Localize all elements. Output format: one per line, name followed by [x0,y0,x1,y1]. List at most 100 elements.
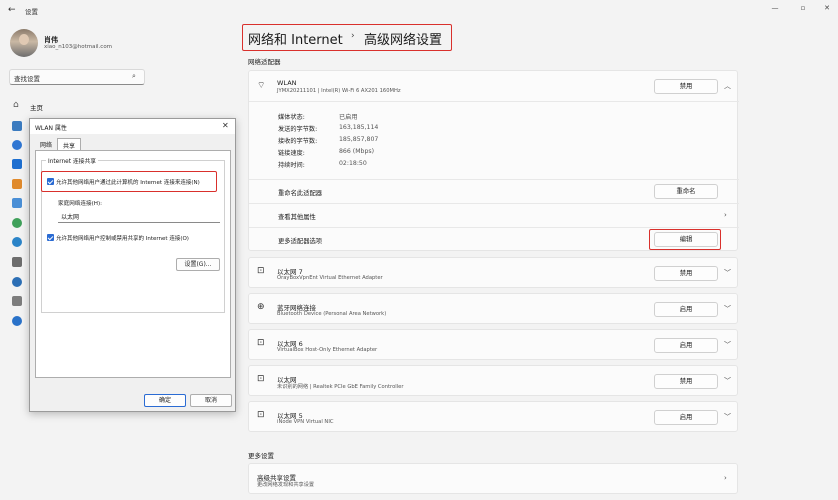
time-language-icon[interactable] [12,237,22,247]
dialog-title: WLAN 属性 [35,125,67,132]
prop-key: 发送的字节数: [278,126,318,133]
prop-value: 已启用 [339,114,358,121]
rename-button[interactable]: 重命名 [654,184,718,199]
breadcrumb: 网络和 Internet › 高级网络设置 [242,24,452,51]
allow-connect-checkbox[interactable] [47,178,54,185]
close-window-icon[interactable]: ✕ [820,4,834,12]
prop-key: 媒体状态: [278,114,305,121]
prop-key: 链接速度: [278,150,305,157]
windows-update-icon[interactable] [12,316,22,326]
accounts-icon[interactable] [12,218,22,228]
section-title-adapters: 网络适配器 [248,58,281,66]
personalization-icon[interactable] [12,179,22,189]
rename-row: 重命名此适配器 重命名 [249,179,739,203]
user-email: xiao_n103@hotmail.com [44,44,113,50]
privacy-shield-icon[interactable] [12,296,22,306]
ics-group-title: Internet 连接共享 [46,156,99,165]
sidebar-item-label: 主页 [30,104,43,112]
settings-button[interactable]: 设置(G)... [176,258,220,271]
maximize-icon[interactable]: ▫ [796,4,810,12]
adapter-desc: VirtualBox Host-Only Ethernet Adapter [277,347,378,353]
sharing-settings-desc: 更改网络发现和共享设置 [257,482,315,488]
bluetooth-icon[interactable] [12,140,22,150]
allow-control-label: 允许其他网络用户控制或禁用共享的 Internet 连接(O) [56,236,189,242]
more-properties-label: 查看其他属性 [278,214,316,221]
minimize-icon[interactable]: — [768,4,782,12]
sharing-settings-card[interactable]: 高级共享设置 更改网络发现和共享设置 › [248,463,738,494]
search-input[interactable]: 查找设置 [9,69,145,85]
network-icon[interactable] [12,159,22,169]
ok-button[interactable]: 确定 [144,394,186,407]
adapter-card: ⊡ 以太网 5 iNode VPN Virtual NIC 启用 ﹀ [248,401,738,432]
chevron-down-icon[interactable]: ﹀ [724,268,731,278]
prop-value: 185,857,807 [339,136,379,143]
title-bar: ← 设置 — ▫ ✕ [0,0,838,20]
adapter-name: WLAN [277,79,297,87]
adapter-desc: iNode VPN Virtual NIC [277,419,334,425]
accessibility-icon[interactable] [12,277,22,287]
prop-value: 866 (Mbps) [339,148,375,155]
breadcrumb-separator: › [351,31,355,41]
adapter-card: ⊡ 以太网 6 VirtualBox Host-Only Ethernet Ad… [248,329,738,360]
wlan-properties-dialog: WLAN 属性 ✕ 网络 共享 Internet 连接共享 允许其他网络用户通过… [29,118,236,412]
tab-sharing[interactable]: 共享 [57,138,82,150]
chevron-right-icon[interactable]: › [724,474,727,482]
adapter-card: ⊡ 以太网 未识别的网络 | Realtek PCIe GbE Family C… [248,365,738,396]
breadcrumb-parent[interactable]: 网络和 Internet [248,29,343,48]
adapter-card: ⊡ 以太网 7 OrayBoxVpnEnt Virtual Ethernet A… [248,257,738,288]
chevron-right-icon[interactable]: › [724,211,727,219]
adapter-toggle-button[interactable]: 禁用 [654,266,718,281]
wlan-adapter-card: ⌔ WLAN JYMX20211101 | Intel(R) Wi-Fi 6 A… [248,70,739,251]
chevron-down-icon[interactable]: ﹀ [724,376,731,386]
wlan-properties: 媒体状态: 已启用 发送的字节数: 163,185,114 接收的字节数: 18… [249,101,739,179]
more-properties-row[interactable]: 查看其他属性 › [249,203,739,227]
home-network-select[interactable]: 以太网 [58,209,220,223]
adapter-toggle-button[interactable]: 禁用 [654,374,718,389]
page-title: 高级网络设置 [364,33,443,48]
allow-control-checkbox[interactable] [47,234,54,241]
tab-network[interactable]: 网络 [35,138,57,150]
search-icon[interactable]: ⌕ [132,72,136,81]
rename-label: 重命名此适配器 [278,190,323,197]
wifi-icon: ⌔ [257,81,266,91]
adapter-card: ⊕ 蓝牙网络连接 Bluetooth Device (Personal Area… [248,293,738,324]
adapter-desc: Bluetooth Device (Personal Area Network) [277,311,387,317]
wlan-disable-button[interactable]: 禁用 [654,79,718,94]
back-arrow-icon[interactable]: ← [8,5,16,15]
prop-key: 持续时间: [278,162,305,169]
home-icon: ⌂ [13,100,19,110]
avatar[interactable] [10,29,38,57]
bluetooth-network-icon: ⊕ [257,302,265,312]
adapter-toggle-button[interactable]: 启用 [654,338,718,353]
adapter-toggle-button[interactable]: 启用 [654,410,718,425]
ethernet-icon: ⊡ [257,374,265,384]
sidebar-item-home[interactable]: ⌂ 主页 [8,100,148,114]
cancel-button[interactable]: 取消 [190,394,232,407]
adapter-desc: JYMX20211101 | Intel(R) Wi-Fi 6 AX201 16… [277,88,401,94]
app-title: 设置 [25,8,38,16]
system-icon[interactable] [12,121,22,131]
ethernet-icon: ⊡ [257,338,265,348]
ethernet-icon: ⊡ [257,410,265,420]
ethernet-icon: ⊡ [257,266,265,276]
chevron-down-icon[interactable]: ﹀ [724,304,731,314]
allow-connect-label: 允许其他网络用户通过此计算机的 Internet 连接来连接(N) [56,180,200,186]
prop-value: 163,185,114 [339,124,379,131]
dialog-titlebar[interactable]: WLAN 属性 ✕ [30,119,235,134]
home-network-label: 家庭网络连接(H): [58,201,103,207]
edit-button[interactable]: 编辑 [654,232,718,247]
more-options-label: 更多适配器选项 [278,238,323,245]
prop-key: 接收的字节数: [278,138,318,145]
section-title-more: 更多设置 [248,452,274,460]
adapter-desc: 未识别的网络 | Realtek PCIe GbE Family Control… [277,384,404,390]
adapter-desc: OrayBoxVpnEnt Virtual Ethernet Adapter [277,275,383,281]
apps-icon[interactable] [12,198,22,208]
adapter-toggle-button[interactable]: 启用 [654,302,718,317]
close-icon[interactable]: ✕ [222,121,229,130]
prop-value: 02:18:50 [339,160,367,167]
chevron-down-icon[interactable]: ﹀ [724,340,731,350]
chevron-up-icon[interactable]: ︿ [724,81,731,91]
chevron-down-icon[interactable]: ﹀ [724,412,731,422]
more-options-row: 更多适配器选项 编辑 [249,227,739,251]
gaming-icon[interactable] [12,257,22,267]
